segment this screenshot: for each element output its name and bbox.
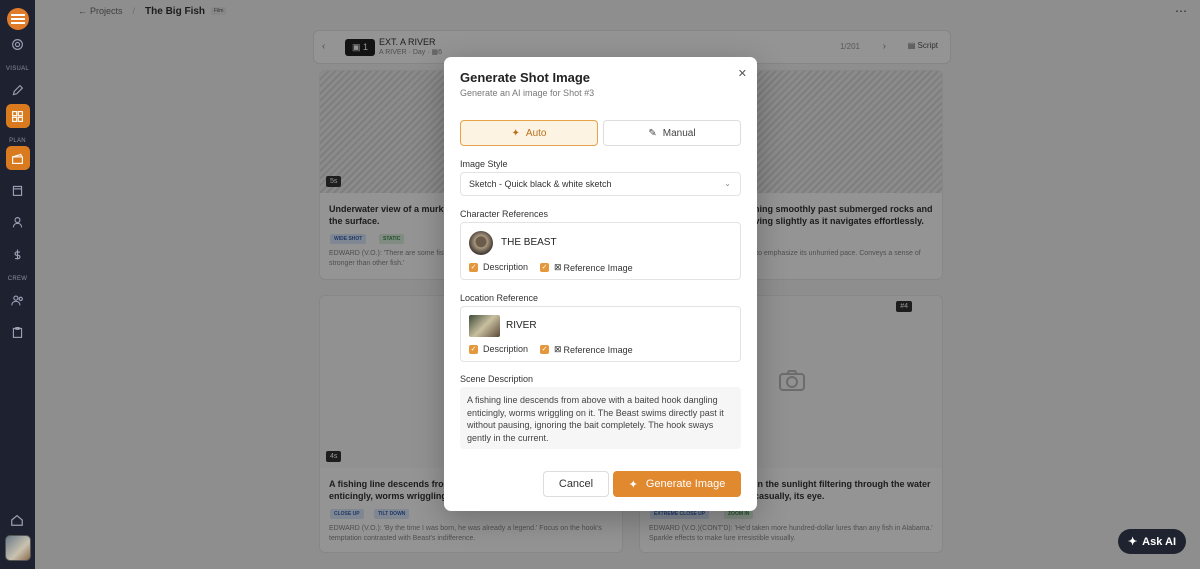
clipboard-icon[interactable] [6,320,30,344]
dialog-title: Generate Shot Image [460,70,591,85]
storyboard-grid-icon[interactable] [5,104,30,128]
generate-image-label: Generate Image [645,478,726,490]
checkbox-label: Description [483,344,529,354]
manual-mode-label: Manual [662,127,696,139]
pencil-icon: ✎ [648,127,657,139]
auto-mode-button[interactable]: ✦ Auto [460,120,598,146]
location-name: RIVER [506,320,537,331]
check-icon: ✓ [540,345,549,354]
sparkle-icon: ✦ [1127,536,1138,548]
sidebar-section-plan: PLAN [9,138,26,144]
ask-ai-button[interactable]: ✦ Ask AI [1117,529,1186,554]
clapperboard-icon[interactable] [5,146,30,170]
checkbox-label: Reference Image [563,344,633,355]
image-icon: ⊠ [554,262,562,272]
image-style-select[interactable]: Sketch - Quick black & white sketch ⌄ [460,172,741,196]
location-thumbnail [469,315,500,337]
location-reference-card: RIVER ✓ Description ✓ ⊠ Reference Image [460,306,741,362]
manual-mode-button[interactable]: ✎ Manual [603,120,741,146]
sparkle-icon: ✦ [628,478,638,491]
pencil-icon[interactable] [6,78,30,102]
dialog-subtitle: Generate an AI image for Shot #3 [460,88,595,98]
scene-description-textarea[interactable]: A fishing line descends from above with … [460,387,741,449]
settings-icon[interactable] [6,32,30,56]
check-icon: ✓ [469,344,478,354]
checkbox-label: Reference Image [563,262,633,273]
image-style-value: Sketch - Quick black & white sketch [469,179,612,189]
chevron-down-icon: ⌄ [724,179,731,188]
sidebar-section-visual: VISUAL [5,66,30,72]
check-icon: ✓ [540,263,549,272]
home-icon[interactable] [10,513,24,527]
character-description-checkbox[interactable]: ✓ Description [469,262,528,272]
generate-image-button[interactable]: ✦ Generate Image [613,471,741,497]
location-reference-label: Location Reference [460,293,539,303]
character-name: THE BEAST [501,237,557,248]
close-icon[interactable]: ✕ [738,67,747,80]
location-reference-image-checkbox[interactable]: ✓ ⊠ Reference Image [540,344,633,355]
location-description-checkbox[interactable]: ✓ Description [469,344,528,354]
sparkle-icon: ✦ [511,127,520,139]
calendar-icon[interactable] [6,178,30,202]
image-icon: ⊠ [554,344,562,354]
character-references-label: Character References [460,209,549,219]
sidebar: VISUAL PLAN CREW [0,0,35,569]
scene-description-label: Scene Description [460,374,534,384]
ask-ai-label: Ask AI [1142,535,1176,548]
cancel-button[interactable]: Cancel [543,471,609,497]
app-logo[interactable] [6,8,29,30]
budget-icon[interactable] [6,242,30,266]
character-reference-card: THE BEAST ✓ Description ✓ ⊠ Reference Image [460,222,741,280]
generate-shot-image-dialog: Generate Shot Image Generate an AI image… [444,57,757,511]
image-style-label: Image Style [460,159,508,169]
character-reference-image-checkbox[interactable]: ✓ ⊠ Reference Image [540,262,633,273]
crew-icon[interactable] [6,288,30,312]
sidebar-section-crew: CREW [7,276,28,282]
user-avatar[interactable] [5,535,31,561]
checkbox-label: Description [483,262,529,272]
character-thumbnail [469,231,493,255]
check-icon: ✓ [469,262,478,272]
auto-mode-label: Auto [525,127,547,139]
cast-icon[interactable] [6,210,30,234]
